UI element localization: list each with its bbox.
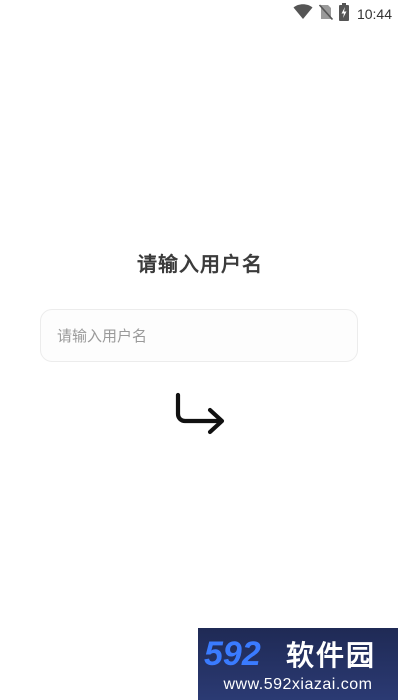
status-icons: 10:44 <box>293 3 392 25</box>
wifi-icon <box>293 4 313 24</box>
watermark-logo: 592 软件园 <box>204 635 376 672</box>
username-field-container <box>40 309 358 362</box>
svg-text:592: 592 <box>204 635 261 672</box>
screen: 10:44 请输入用户名 592 软件园 www.592xiazai.com <box>0 0 400 700</box>
page-title: 请输入用户名 <box>137 252 263 276</box>
status-time: 10:44 <box>356 6 392 22</box>
svg-text:软件园: 软件园 <box>286 639 376 672</box>
watermark: 592 软件园 www.592xiazai.com <box>198 628 398 700</box>
no-sim-icon <box>318 4 334 24</box>
status-bar: 10:44 <box>0 0 400 28</box>
battery-charging-icon <box>338 3 349 25</box>
submit-button[interactable] <box>173 391 229 451</box>
username-input[interactable] <box>41 310 357 361</box>
turn-right-arrow-icon <box>173 391 229 451</box>
watermark-url: www.592xiazai.com <box>223 676 373 693</box>
